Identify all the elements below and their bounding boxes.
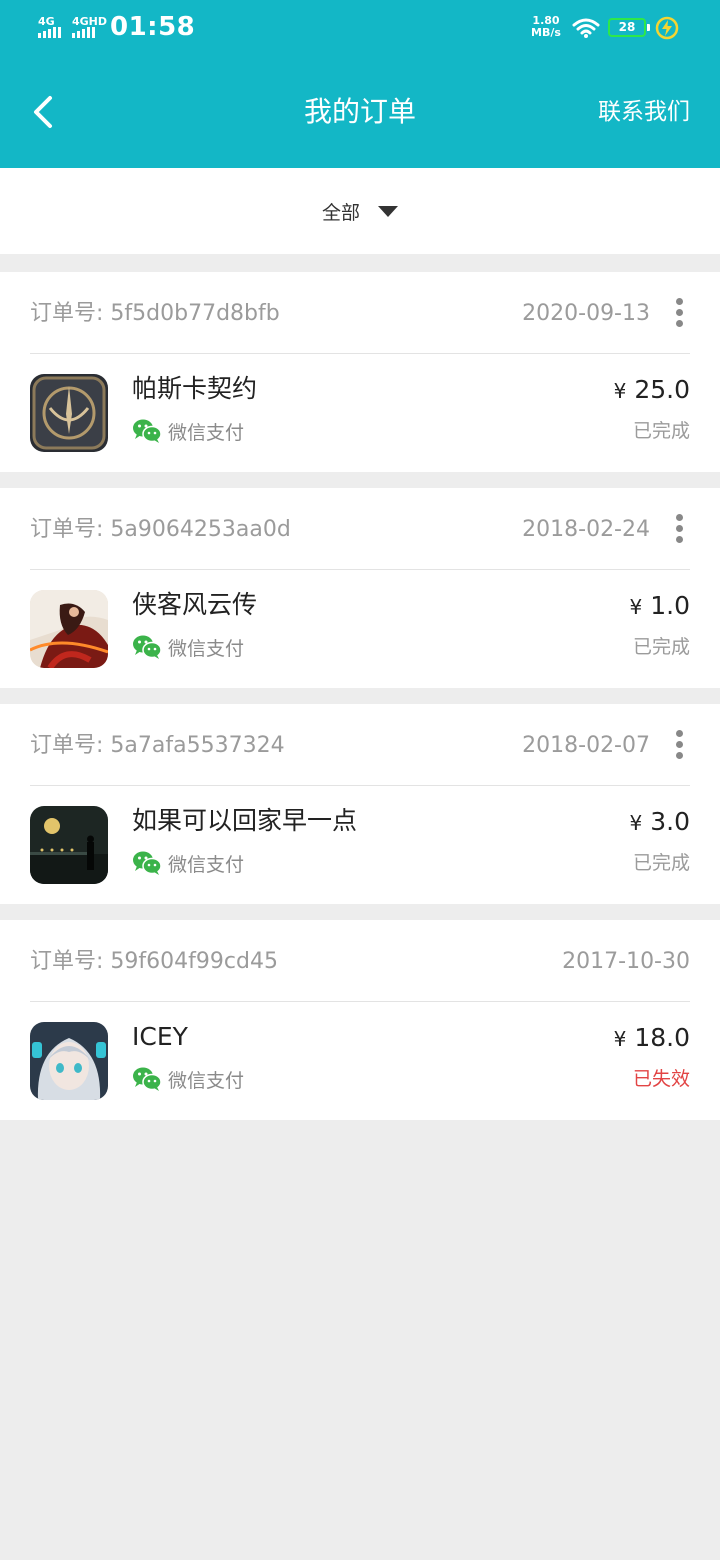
order-number-label: 订单号:	[30, 949, 104, 974]
app-name: ICEY	[132, 1022, 188, 1051]
price-value: 3.0	[650, 807, 690, 836]
order-number: 订单号: 5a7afa5537324	[30, 730, 285, 762]
wifi-icon	[572, 18, 600, 38]
more-options-icon[interactable]	[670, 514, 690, 544]
app-icon	[30, 374, 108, 452]
status-bar: 4G 4GHD 01:58 1.80 MB/s 28	[0, 0, 720, 58]
currency-symbol: ¥	[629, 811, 643, 835]
wechat-pay-icon	[133, 1067, 162, 1091]
divider	[30, 353, 690, 354]
currency-symbol: ¥	[613, 1027, 627, 1051]
app-icon	[30, 1022, 108, 1100]
net-speed-unit: MB/s	[531, 26, 561, 39]
payment-method: 微信支付	[132, 632, 244, 662]
app-name: 如果可以回家早一点	[132, 806, 358, 835]
order-status: 已失效	[632, 1068, 690, 1090]
order-number: 订单号: 5f5d0b77d8bfb	[30, 298, 280, 330]
app-name: 帕斯卡契约	[132, 374, 258, 403]
order-price: ¥18.0	[614, 1020, 690, 1057]
order-number: 订单号: 5a9064253aa0d	[30, 514, 291, 546]
divider	[30, 785, 690, 786]
order-price: ¥1.0	[630, 588, 691, 625]
payment-label: 微信支付	[168, 1069, 245, 1092]
app-header: 4G 4GHD 01:58 1.80 MB/s 28 我的订单 联系我们	[0, 0, 720, 168]
app-icon	[30, 806, 108, 884]
price-value: 25.0	[634, 375, 690, 404]
filter-label: 全部	[321, 201, 360, 224]
more-options-icon[interactable]	[670, 730, 690, 760]
filter-bar: 全部	[0, 168, 720, 254]
payment-method: 微信支付	[132, 1064, 244, 1094]
wechat-pay-icon	[133, 419, 162, 443]
wechat-pay-icon	[133, 635, 162, 659]
app-icon	[30, 590, 108, 668]
order-card[interactable]: 订单号: 59f604f99cd45 2017-10-30 ICEY 微信支付 …	[0, 920, 720, 1120]
order-number-label: 订单号:	[30, 301, 104, 326]
payment-method: 微信支付	[132, 848, 244, 878]
order-number-value: 5a9064253aa0d	[110, 517, 291, 542]
price-value: 18.0	[634, 1023, 690, 1052]
net-speed: 1.80 MB/s	[528, 15, 564, 39]
order-status: 已完成	[632, 420, 690, 442]
order-price: ¥25.0	[614, 372, 690, 409]
order-date: 2018-02-07	[522, 733, 650, 758]
currency-symbol: ¥	[613, 379, 627, 403]
payment-method: 微信支付	[132, 416, 244, 446]
order-card[interactable]: 订单号: 5f5d0b77d8bfb 2020-09-13 帕斯卡契约 微信支付…	[0, 272, 720, 472]
order-number: 订单号: 59f604f99cd45	[30, 946, 278, 978]
order-date: 2017-10-30	[562, 949, 690, 974]
clock: 01:58	[110, 12, 196, 42]
app-name: 侠客风云传	[132, 590, 258, 619]
order-card[interactable]: 订单号: 5a9064253aa0d 2018-02-24 侠客风云传 微信支付…	[0, 488, 720, 688]
order-date: 2018-02-24	[522, 517, 650, 542]
order-number-label: 订单号:	[30, 517, 104, 542]
contact-us-button[interactable]: 联系我们	[598, 94, 690, 130]
caret-down-icon	[378, 205, 398, 217]
currency-symbol: ¥	[629, 595, 643, 619]
divider	[30, 1001, 690, 1002]
order-price: ¥3.0	[630, 804, 691, 841]
sim1-label: 4G	[38, 15, 55, 28]
order-status: 已完成	[632, 852, 690, 874]
order-number-value: 5f5d0b77d8bfb	[110, 301, 280, 326]
more-options-icon[interactable]	[670, 298, 690, 328]
battery-level: 28	[618, 20, 636, 34]
order-number-label: 订单号:	[30, 733, 104, 758]
battery-icon: 28	[608, 18, 650, 37]
order-card[interactable]: 订单号: 5a7afa5537324 2018-02-07 如果可以回家早一点 …	[0, 704, 720, 904]
order-number-value: 59f604f99cd45	[110, 949, 278, 974]
payment-label: 微信支付	[168, 421, 245, 444]
filter-dropdown[interactable]: 全部	[0, 168, 720, 254]
order-date: 2020-09-13	[522, 301, 650, 326]
sim2-label: 4GHD	[72, 15, 108, 28]
price-value: 1.0	[650, 591, 690, 620]
charging-icon	[655, 16, 679, 40]
order-status: 已完成	[632, 636, 690, 658]
wechat-pay-icon	[133, 851, 162, 875]
divider	[30, 569, 690, 570]
payment-label: 微信支付	[168, 637, 245, 660]
order-number-value: 5a7afa5537324	[110, 733, 285, 758]
payment-label: 微信支付	[168, 853, 245, 876]
